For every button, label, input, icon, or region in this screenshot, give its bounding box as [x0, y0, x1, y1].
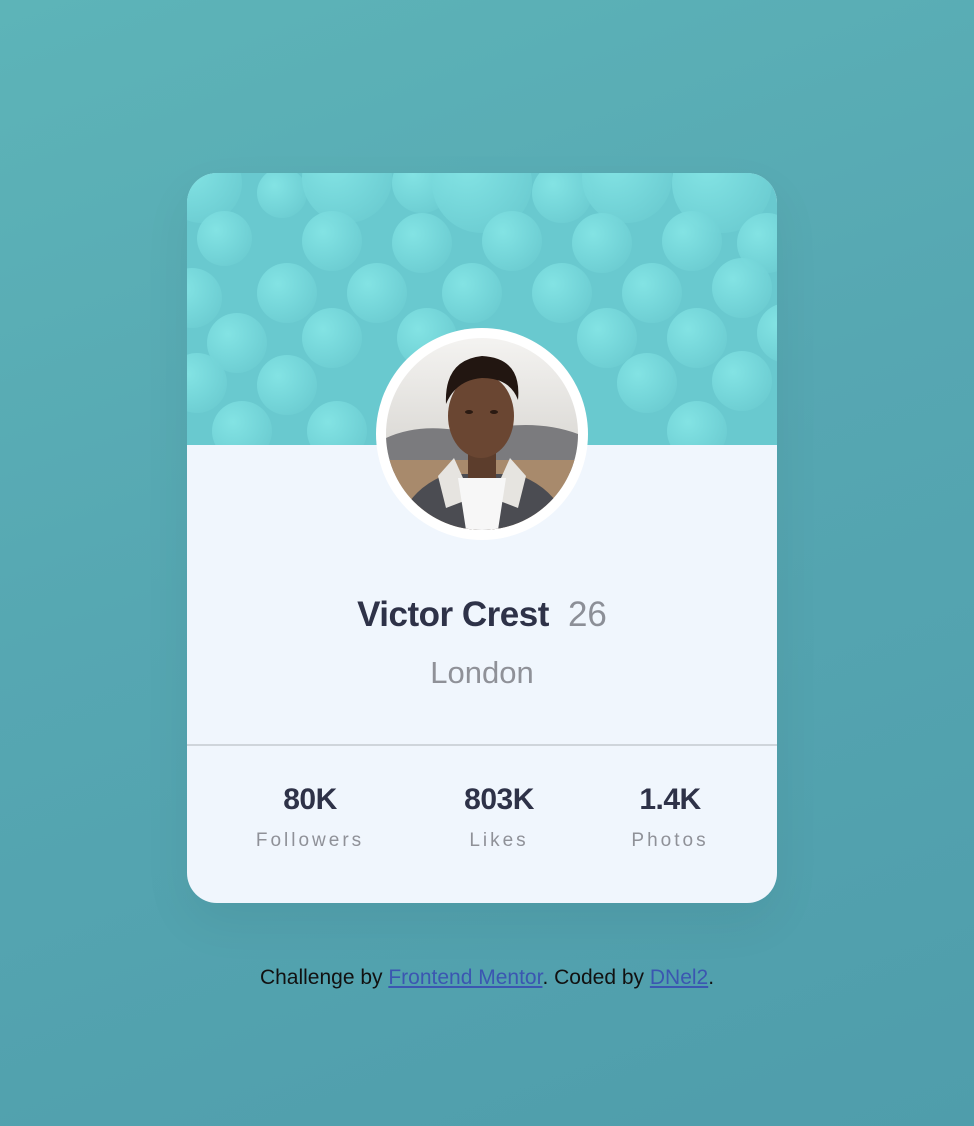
- photo-eye-left: [465, 410, 473, 414]
- stat-photos-label: Photos: [631, 830, 709, 851]
- banner-bubble: [302, 211, 362, 271]
- frontend-mentor-link[interactable]: Frontend Mentor: [388, 966, 542, 989]
- profile-age: 26: [567, 595, 607, 634]
- banner-bubble: [532, 263, 592, 323]
- card-divider: [187, 744, 777, 746]
- banner-bubble: [257, 263, 317, 323]
- banner-bubble: [662, 211, 722, 271]
- banner-bubble: [712, 258, 772, 318]
- stat-photos: 1.4K Photos: [580, 779, 760, 854]
- stat-followers-value: 80K: [283, 783, 337, 816]
- stat-likes-value: 803K: [464, 783, 534, 816]
- stat-followers-label: Followers: [255, 830, 365, 851]
- avatar: [386, 338, 578, 530]
- attribution-footer: Challenge by Frontend Mentor. Coded by D…: [0, 962, 974, 994]
- banner-bubble: [257, 355, 317, 415]
- banner-bubble: [667, 308, 727, 368]
- stat-followers: 80K Followers: [220, 779, 400, 854]
- banner-bubble: [482, 211, 542, 271]
- banner-bubble: [257, 173, 307, 218]
- author-link[interactable]: DNel2: [650, 966, 708, 989]
- banner-bubble: [197, 211, 252, 266]
- profile-heading: Victor Crest 26: [187, 588, 777, 648]
- avatar-frame: [376, 328, 588, 540]
- profile-photo-icon: [386, 338, 578, 530]
- profile-city: London: [430, 655, 534, 690]
- banner-bubble: [302, 308, 362, 368]
- stat-likes-label: Likes: [469, 830, 529, 851]
- profile-name: Victor Crest: [357, 595, 549, 634]
- banner-bubble: [442, 263, 502, 323]
- profile-card: Victor Crest 26 London 80K Followers 803…: [187, 173, 777, 903]
- banner-bubble: [347, 263, 407, 323]
- banner-bubble: [307, 401, 367, 445]
- banner-bubble: [617, 353, 677, 413]
- banner-bubble: [212, 401, 272, 445]
- stat-likes: 803K Likes: [409, 779, 589, 854]
- banner-bubble: [622, 263, 682, 323]
- photo-eye-right: [490, 410, 498, 414]
- attribution-suffix: .: [708, 966, 715, 989]
- stat-photos-value: 1.4K: [639, 783, 701, 816]
- banner-bubble: [712, 351, 772, 411]
- photo-shirt: [458, 478, 506, 530]
- attribution-prefix: Challenge by: [259, 966, 389, 989]
- banner-bubble: [392, 213, 452, 273]
- banner-bubble: [667, 401, 727, 445]
- attribution-middle: . Coded by: [542, 966, 650, 989]
- banner-bubble: [572, 213, 632, 273]
